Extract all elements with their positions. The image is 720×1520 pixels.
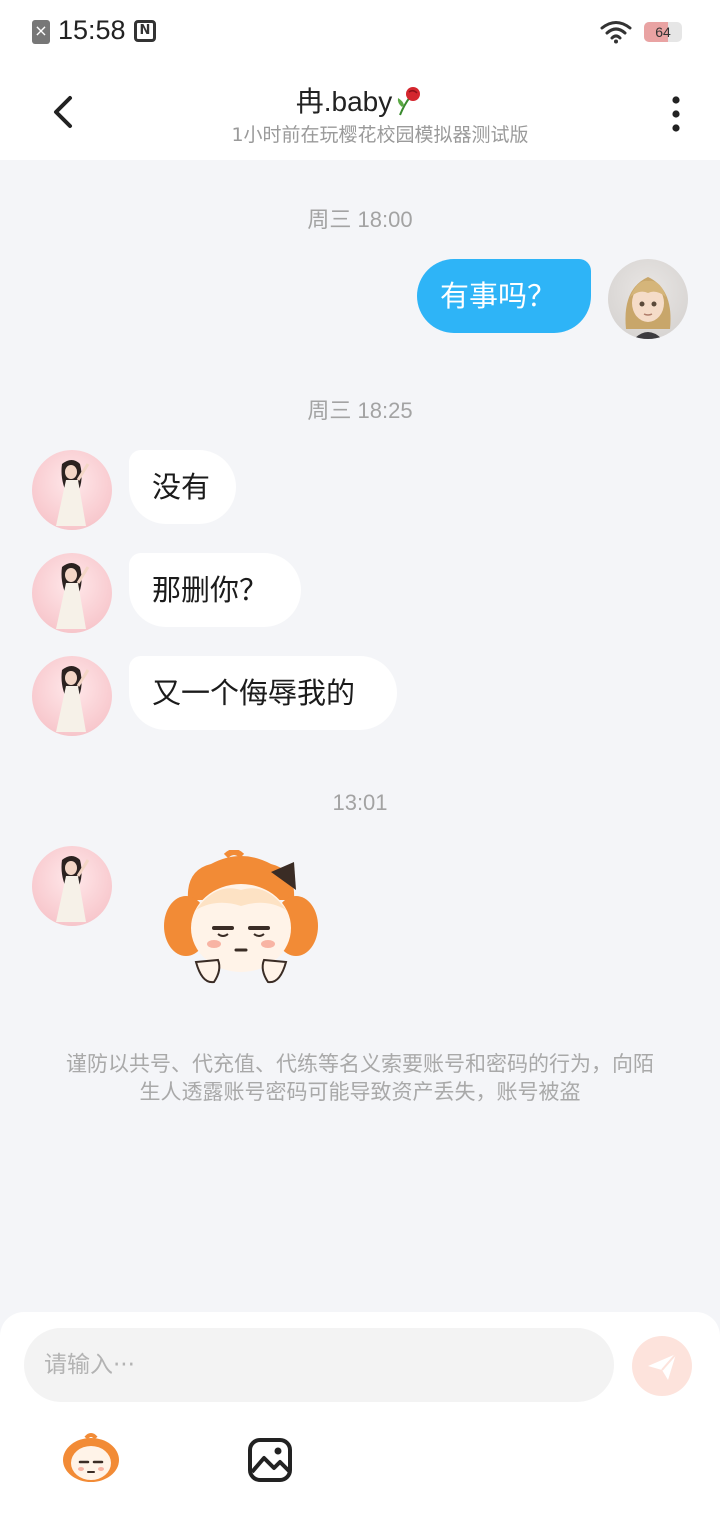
outgoing-message[interactable]: 有事吗？ (417, 259, 591, 333)
contact-avatar[interactable] (32, 553, 112, 633)
rose-icon (398, 87, 421, 116)
message-composer (0, 1312, 720, 1520)
more-vertical-icon[interactable] (656, 94, 696, 134)
my-avatar[interactable] (608, 259, 688, 339)
contact-name: 冉.baby (0, 80, 720, 120)
security-notice: 谨防以共号、代充值、代练等名义索要账号和密码的行为，向陌生人透露账号密码可能导致… (66, 1052, 654, 1104)
avatar-illustration (56, 563, 90, 629)
avatar-illustration (56, 856, 90, 922)
send-icon (648, 1353, 677, 1380)
avatar-illustration (56, 666, 90, 732)
nfc-icon: N (134, 20, 156, 42)
contact-avatar[interactable] (32, 656, 112, 736)
timestamp: 周三 18:25 (307, 398, 413, 423)
avatar-illustration (625, 277, 671, 339)
battery-indicator: 64 (644, 22, 682, 42)
avatar-illustration (56, 460, 90, 526)
incoming-message[interactable]: 又一个侮辱我的 (129, 656, 397, 730)
emoji-sticker-icon[interactable] (60, 1432, 122, 1484)
status-bar: 15:58 N 64 (0, 0, 720, 66)
message-input[interactable] (24, 1328, 614, 1402)
contact-avatar[interactable] (32, 846, 112, 926)
sticker-message[interactable] (156, 850, 326, 1000)
contact-avatar[interactable] (32, 450, 112, 530)
status-time: 15:58 (58, 15, 126, 45)
wifi-icon (600, 21, 632, 44)
contact-name-text: 冉.baby (295, 86, 393, 117)
send-button[interactable] (632, 1336, 692, 1396)
chat-header: 冉.baby 1小时前在玩樱花校园模拟器测试版 (0, 66, 720, 160)
timestamp: 周三 18:00 (307, 207, 413, 232)
incoming-message[interactable]: 没有 (129, 450, 236, 524)
incoming-message[interactable]: 那删你？ (129, 553, 301, 627)
battery-level: 64 (655, 24, 671, 40)
sim-icon (32, 20, 50, 44)
timestamp: 13:01 (332, 790, 388, 815)
presence-status: 1小时前在玩樱花校园模拟器测试版 (231, 124, 529, 146)
message-list[interactable]: 周三 18:00 有事吗？ 周三 18:25 没有 那删你？ 又一个侮辱我的 1… (0, 160, 720, 1312)
image-icon[interactable] (246, 1436, 294, 1484)
